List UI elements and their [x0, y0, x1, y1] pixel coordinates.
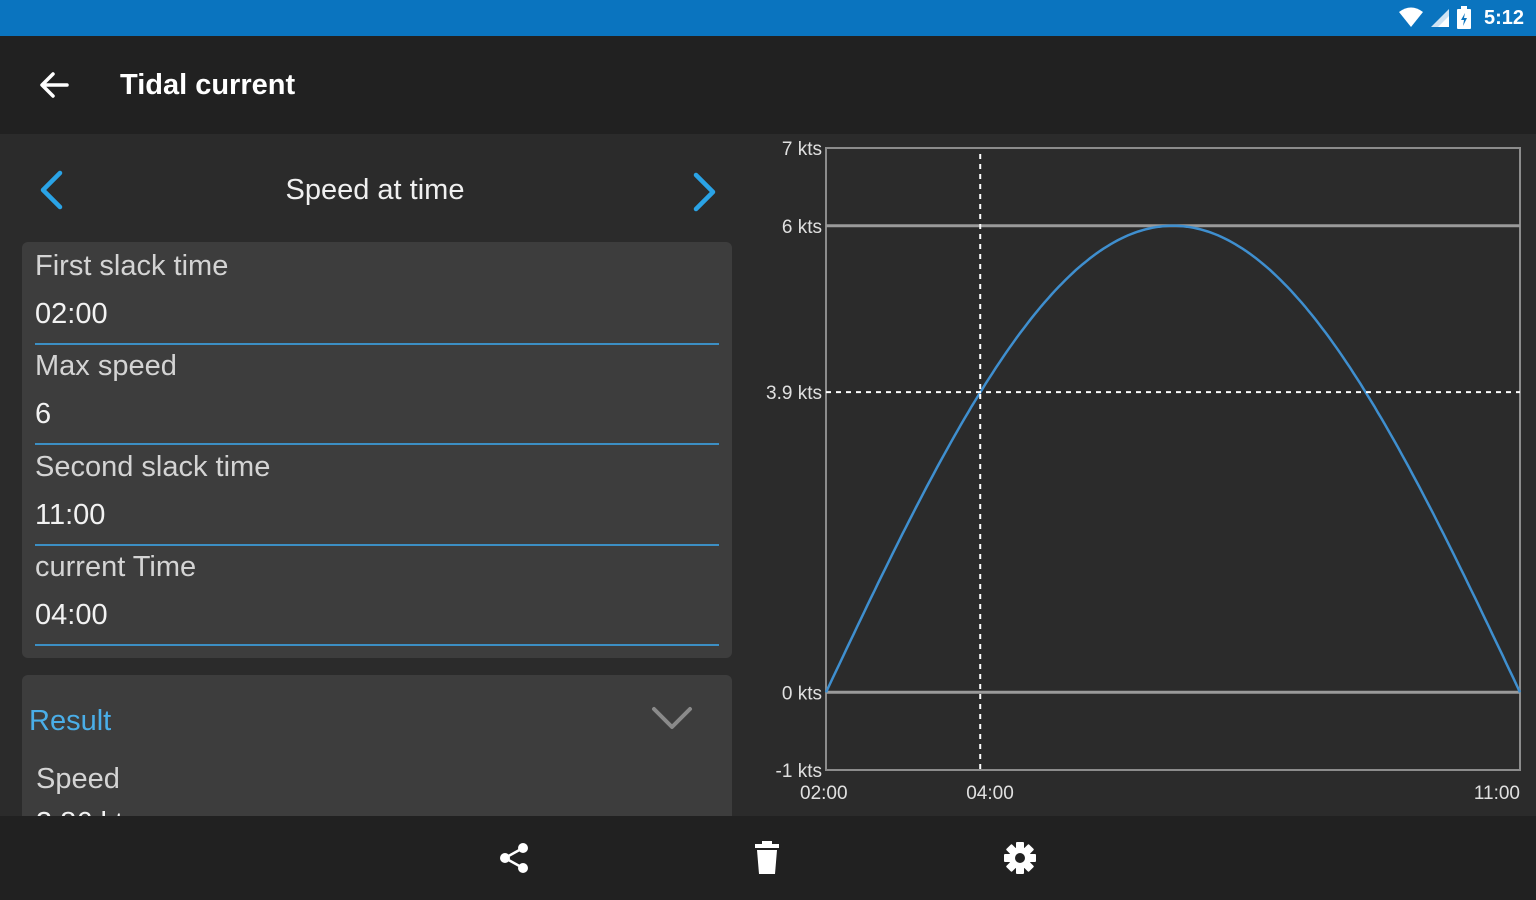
wifi-icon	[1398, 7, 1423, 27]
share-icon	[500, 843, 528, 873]
y-tick-label: 3.9 kts	[766, 383, 822, 404]
x-tick-label: 02:00	[800, 783, 848, 804]
delete-button[interactable]	[745, 836, 789, 880]
speed-label: Speed	[36, 763, 120, 795]
calculator-panel: Speed at time First slack time 02:00 Max…	[0, 134, 750, 839]
back-button[interactable]	[24, 55, 84, 115]
field-underline	[35, 343, 719, 345]
bottom-toolbar	[0, 816, 1536, 900]
app-bar: Tidal current	[0, 36, 1536, 134]
arrow-left-icon	[40, 72, 69, 98]
field-label: Second slack time	[35, 451, 271, 483]
field-label: current Time	[35, 551, 197, 583]
plot-frame	[825, 147, 1521, 771]
second-slack-input[interactable]: 11:00	[35, 499, 105, 532]
pager-title: Speed at time	[285, 174, 465, 206]
status-bar: 5:12	[0, 0, 1536, 36]
result-title: Result	[29, 705, 112, 737]
gear-icon	[1004, 842, 1036, 874]
y-tick-label: 6 kts	[782, 217, 822, 238]
max-speed-input[interactable]: 6	[35, 398, 51, 431]
field-label: Max speed	[35, 350, 177, 382]
trash-icon	[755, 841, 779, 874]
next-page-button[interactable]	[682, 170, 726, 214]
settings-button[interactable]	[998, 836, 1042, 880]
share-button[interactable]	[492, 836, 536, 880]
field-underline	[35, 443, 719, 445]
field-label: First slack time	[35, 250, 229, 282]
expand-result-button[interactable]	[650, 701, 694, 737]
pager: Speed at time	[0, 134, 750, 244]
page-title: Tidal current	[120, 68, 296, 101]
status-clock: 5:12	[1483, 6, 1524, 29]
first-slack-input[interactable]: 02:00	[35, 298, 108, 331]
field-underline	[35, 544, 719, 546]
chevron-right-icon	[693, 172, 716, 212]
y-tick-label: 7 kts	[782, 139, 822, 160]
result-card: Result Speed 3.86 kts	[22, 675, 732, 839]
input-card: First slack time 02:00 Max speed 6 Secon…	[22, 242, 732, 658]
y-tick-label: 0 kts	[782, 683, 822, 704]
x-tick-label: 04:00	[966, 783, 1014, 804]
tidal-speed-chart: 7 kts 6 kts 3.9 kts 0 kts -1 kts02:00 04:00 11…	[766, 139, 1522, 804]
battery-icon	[1456, 6, 1471, 29]
field-underline	[35, 644, 719, 646]
signal-icon	[1430, 9, 1449, 27]
y-tick-label: -1 kts	[776, 761, 822, 782]
current-time-input[interactable]: 04:00	[35, 599, 108, 632]
chevron-down-icon	[652, 707, 692, 729]
tidal-chart: 7 kts 6 kts 3.9 kts 0 kts -1 kts 02:00 04:00 11…	[750, 134, 1536, 816]
x-tick-label: 11:00	[1474, 783, 1520, 804]
